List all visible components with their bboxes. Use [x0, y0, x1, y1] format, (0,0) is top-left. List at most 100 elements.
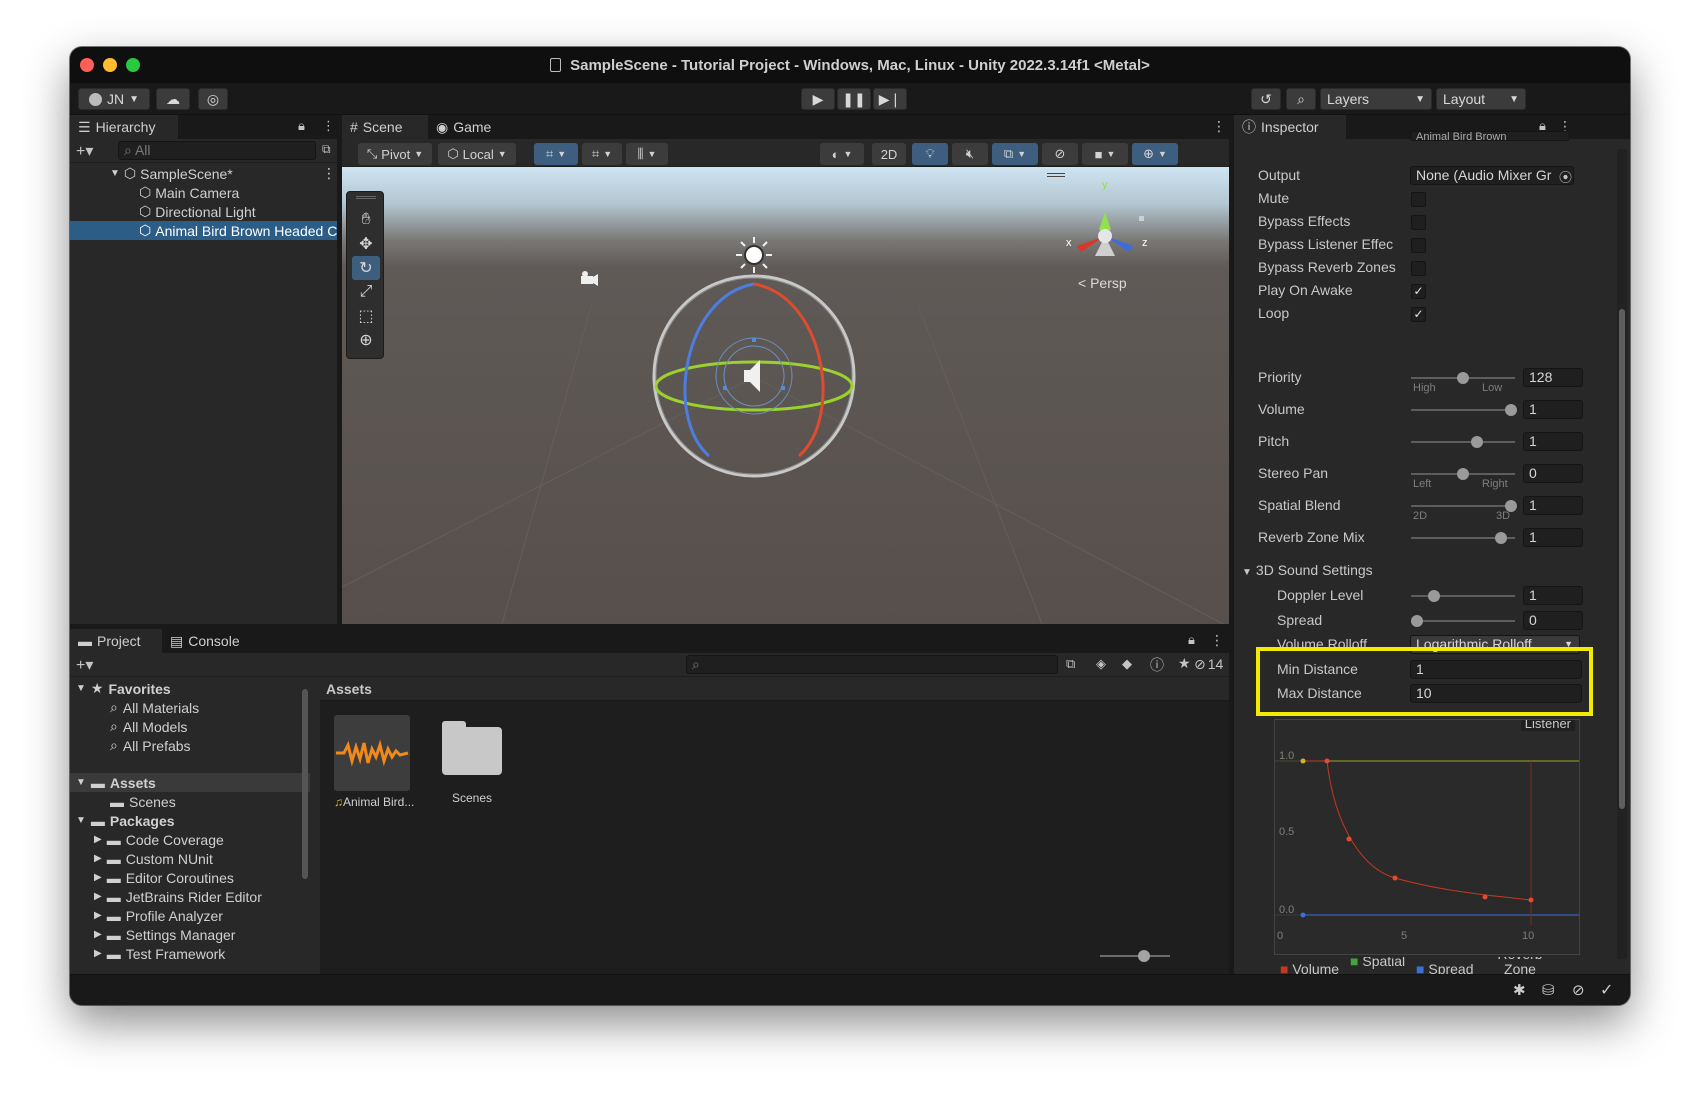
- favorite-item[interactable]: ⌕ All Models: [70, 717, 187, 736]
- gizmos-dropdown[interactable]: ⊕ ▼: [1132, 143, 1178, 165]
- collab-button[interactable]: ◎: [198, 88, 228, 110]
- package-item[interactable]: ▶ ▬ Custom NUnit: [70, 849, 213, 868]
- rotation-gizmo[interactable]: [652, 274, 856, 478]
- audio-toggle[interactable]: 🔇︎: [952, 143, 988, 165]
- package-item[interactable]: ▶ ▬ Test Framework: [70, 944, 225, 963]
- tab-hierarchy[interactable]: ☰ Hierarchy: [70, 115, 178, 139]
- favorites-header[interactable]: ▼ ★ Favorites: [70, 679, 171, 698]
- close-window-button[interactable]: [80, 58, 94, 72]
- package-item[interactable]: ▶ ▬ JetBrains Rider Editor: [70, 887, 262, 906]
- hierarchy-item[interactable]: ⬡ Directional Light: [70, 202, 337, 221]
- toggle-checkbox[interactable]: ✓: [1411, 284, 1426, 299]
- move-tool[interactable]: ✥: [352, 232, 380, 256]
- packages-folder-row[interactable]: ▼ ▬ Packages: [70, 811, 175, 830]
- transform-tool[interactable]: ⊕: [352, 328, 380, 352]
- favorite-item[interactable]: ⌕ All Materials: [70, 698, 199, 717]
- spread-slider[interactable]: [1411, 615, 1515, 627]
- slider-track[interactable]: [1411, 500, 1517, 512]
- breadcrumb-assets[interactable]: Assets: [326, 681, 372, 697]
- package-item[interactable]: ▶ ▬ Editor Coroutines: [70, 868, 234, 887]
- inspector-scrollbar[interactable]: [1617, 149, 1627, 959]
- lock-icon[interactable]: 🔒︎: [1188, 632, 1195, 648]
- play-button[interactable]: ▶: [801, 88, 835, 110]
- hidden-icon[interactable]: ⊘: [1572, 981, 1585, 999]
- orientation-gizmo[interactable]: [1077, 212, 1144, 256]
- rect-tool[interactable]: ⬚: [352, 304, 380, 328]
- slider-knob[interactable]: [1505, 404, 1517, 416]
- draw-mode-dropdown[interactable]: ◐ ▼: [820, 143, 864, 165]
- expand-arrow-icon[interactable]: ▼: [1242, 567, 1252, 578]
- debug-icon[interactable]: ✱: [1513, 981, 1526, 999]
- zoom-window-button[interactable]: [126, 58, 140, 72]
- viewport-handle[interactable]: [1047, 173, 1065, 177]
- add-icon[interactable]: +▾: [76, 655, 93, 675]
- expand-arrow-icon[interactable]: ▼: [76, 777, 86, 788]
- pause-button[interactable]: ❚❚: [837, 88, 871, 110]
- asset-label-icon[interactable]: ◈: [1096, 656, 1106, 672]
- min-distance-input[interactable]: 1: [1410, 660, 1582, 679]
- more-options-icon[interactable]: ⋮: [1210, 632, 1224, 649]
- spread-input[interactable]: 0: [1523, 611, 1583, 630]
- folder-item[interactable]: ▬ Scenes: [70, 792, 176, 811]
- slider-track[interactable]: [1411, 372, 1515, 384]
- more-options-icon[interactable]: ⋮: [322, 165, 336, 182]
- output-field[interactable]: None (Audio Mixer Gr: [1410, 166, 1574, 185]
- slider-value-input[interactable]: 0: [1523, 464, 1583, 483]
- tab-game[interactable]: ◉ Game: [428, 115, 506, 139]
- tab-inspector[interactable]: ⓘ Inspector: [1234, 115, 1346, 139]
- layers-dropdown[interactable]: Layers ▼: [1320, 88, 1432, 110]
- assets-folder-row[interactable]: ▼ ▬ Assets: [70, 773, 310, 792]
- max-distance-input[interactable]: 10: [1410, 684, 1582, 703]
- check-circle-icon[interactable]: ✓: [1600, 980, 1613, 1000]
- grid-snap-button[interactable]: ⌗ ▼: [534, 143, 578, 165]
- undo-history-button[interactable]: ↺: [1251, 88, 1281, 110]
- scene-viewport[interactable]: y x z < Persp: [342, 167, 1229, 624]
- cache-icon[interactable]: ⛁: [1542, 981, 1555, 999]
- slider-value-input[interactable]: 1: [1523, 496, 1583, 515]
- hierarchy-item-selected[interactable]: ⬡ Animal Bird Brown Headed C: [70, 221, 337, 240]
- asset-item[interactable]: Scenes: [432, 715, 512, 815]
- expand-arrow-icon[interactable]: ▼: [76, 683, 86, 694]
- hand-tool[interactable]: ✋︎: [352, 208, 380, 232]
- slider-value-input[interactable]: 128: [1523, 368, 1583, 387]
- toggle-checkbox[interactable]: [1411, 238, 1426, 253]
- package-item[interactable]: ▶ ▬ Code Coverage: [70, 830, 224, 849]
- expand-arrow-icon[interactable]: ▼: [76, 815, 86, 826]
- lock-icon[interactable]: 🔒︎: [298, 118, 305, 134]
- slider-value-input[interactable]: 1: [1523, 400, 1583, 419]
- favorite-item[interactable]: ⌕ All Prefabs: [70, 736, 191, 755]
- toggle-checkbox[interactable]: [1411, 192, 1426, 207]
- slider-knob[interactable]: [1138, 950, 1150, 962]
- expand-arrow-icon[interactable]: ▼: [110, 168, 120, 179]
- increment-snap-button[interactable]: ⫼ ▼: [626, 143, 668, 165]
- layout-dropdown[interactable]: Layout ▼: [1436, 88, 1526, 110]
- rolloff-graph[interactable]: Listener 1.0 0.5 0.0 0 5 10: [1274, 719, 1580, 955]
- slider-knob[interactable]: [1411, 615, 1423, 627]
- toggle-checkbox[interactable]: [1411, 261, 1426, 276]
- asset-item[interactable]: ♫Animal Bird...: [334, 715, 414, 815]
- search-by-type-icon[interactable]: ⧉: [1066, 656, 1075, 672]
- hidden-packages-toggle[interactable]: ⊘ 14: [1194, 656, 1223, 673]
- doppler-level-input[interactable]: 1: [1523, 586, 1583, 605]
- slider-knob[interactable]: [1471, 436, 1484, 448]
- slider-track[interactable]: [1411, 468, 1515, 480]
- step-button[interactable]: ▶❘: [873, 88, 907, 110]
- camera-dropdown[interactable]: ■ ▼: [1082, 143, 1128, 165]
- slider-value-input[interactable]: 1: [1523, 432, 1583, 451]
- 2d-toggle[interactable]: 2D: [872, 143, 906, 165]
- cloud-button[interactable]: ☁: [156, 88, 190, 110]
- effects-dropdown[interactable]: ⧉ ▼: [992, 143, 1038, 165]
- doppler-level-slider[interactable]: [1411, 590, 1515, 602]
- audio-clip-field[interactable]: Animal Bird Brown: [1410, 131, 1570, 141]
- icon-size-slider[interactable]: [1100, 950, 1170, 962]
- hierarchy-search-input[interactable]: ⌕ All: [118, 141, 316, 160]
- more-options-icon[interactable]: ⋮: [1212, 118, 1226, 135]
- scale-tool[interactable]: ⤢: [352, 280, 380, 304]
- projection-label[interactable]: < Persp: [1078, 275, 1127, 291]
- project-search-input[interactable]: ⌕: [686, 655, 1058, 674]
- more-options-icon[interactable]: ⋮: [322, 118, 335, 134]
- tab-console[interactable]: ▤ Console: [162, 629, 258, 653]
- minimize-window-button[interactable]: [103, 58, 117, 72]
- scene-visibility-icon[interactable]: ⧉: [322, 142, 331, 157]
- tag-icon[interactable]: ◆: [1122, 656, 1132, 672]
